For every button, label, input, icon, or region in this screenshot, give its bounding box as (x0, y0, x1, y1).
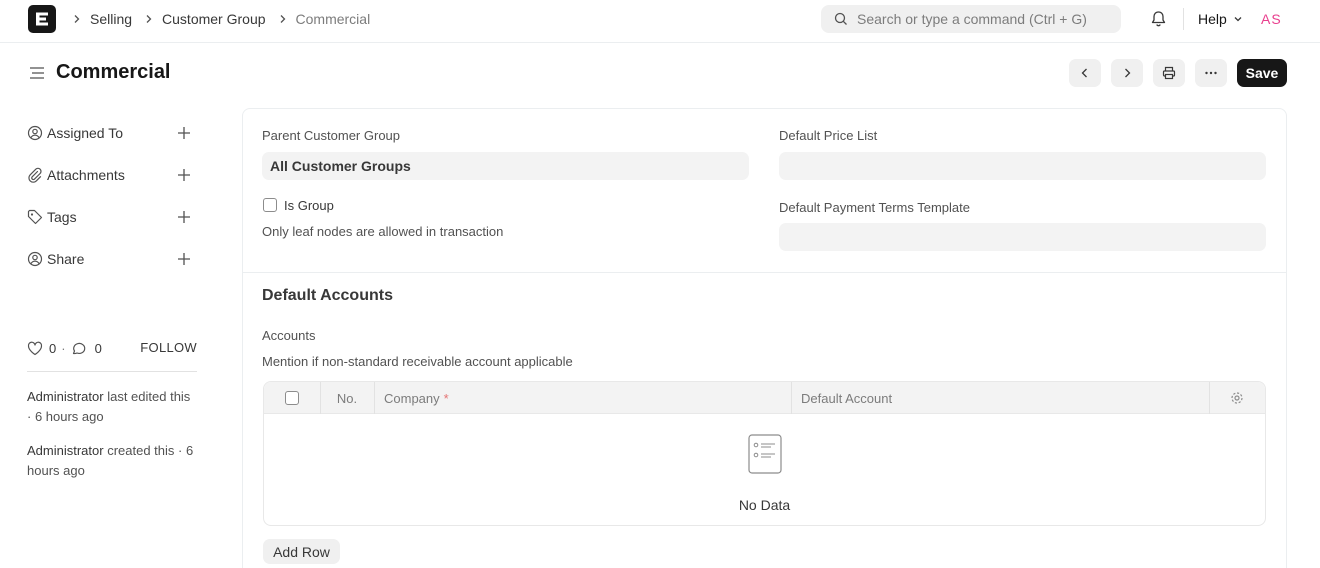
search-input[interactable] (857, 11, 1097, 27)
more-horizontal-icon (1205, 71, 1217, 75)
default-payment-terms-label: Default Payment Terms Template (779, 200, 970, 215)
printer-icon (1162, 66, 1176, 80)
notification-bell-icon[interactable] (1150, 10, 1167, 31)
breadcrumb-current[interactable]: Commercial (296, 11, 371, 27)
activity-last-edited: Administrator last edited this · 6 hours… (27, 387, 197, 427)
follow-button[interactable]: FOLLOW (140, 340, 197, 355)
add-row-button[interactable]: Add Row (263, 539, 340, 564)
plus-icon[interactable] (177, 210, 191, 227)
breadcrumb-selling[interactable]: Selling (90, 11, 132, 27)
accounts-table: No. Company * Default Account No Data (263, 381, 1266, 526)
sidebar-item-attachments[interactable]: Attachments (27, 165, 197, 185)
more-actions-button[interactable] (1195, 59, 1227, 87)
heart-icon[interactable] (27, 341, 43, 356)
share-user-icon (27, 251, 43, 267)
no-data-text: No Data (738, 497, 791, 513)
column-header-default-account: Default Account (801, 390, 893, 406)
column-header-label: Company (384, 390, 440, 406)
sidebar-item-label: Attachments (47, 167, 125, 183)
sidebar-item-assigned-to[interactable]: Assigned To (27, 123, 197, 143)
table-header: No. Company * Default Account (264, 382, 1265, 414)
default-price-list-label: Default Price List (779, 128, 878, 143)
sidebar-divider (27, 371, 197, 372)
is-group-label[interactable]: Is Group (284, 198, 334, 213)
parent-customer-group-field[interactable]: All Customer Groups (262, 152, 749, 180)
is-group-help-text: Only leaf nodes are allowed in transacti… (262, 224, 504, 239)
chevron-right-icon (72, 14, 82, 24)
comment-count: 0 (94, 340, 102, 356)
column-header-company: Company * (384, 382, 449, 414)
default-payment-terms-field[interactable] (779, 223, 1266, 251)
activity-created: Administrator created this · 6 hours ago (27, 441, 197, 481)
accounts-label: Accounts (262, 328, 316, 343)
chevron-left-icon (1081, 68, 1087, 78)
sidebar-toggle-icon[interactable] (29, 65, 45, 84)
column-settings-icon[interactable] (1209, 382, 1265, 414)
plus-icon[interactable] (177, 168, 191, 185)
column-divider (374, 382, 375, 414)
select-all-checkbox[interactable] (285, 391, 299, 405)
search-bar[interactable] (821, 5, 1121, 33)
sidebar-item-label: Tags (47, 209, 77, 225)
previous-record-button[interactable] (1069, 59, 1101, 87)
navbar: Selling Customer Group Commercial Help A… (0, 0, 1320, 43)
user-avatar[interactable]: AS (1261, 11, 1282, 27)
is-group-checkbox[interactable] (263, 198, 277, 212)
chevron-right-icon (144, 14, 154, 24)
parent-customer-group-label: Parent Customer Group (262, 128, 401, 143)
chevron-right-icon (278, 14, 288, 24)
search-icon (834, 12, 847, 25)
breadcrumb: Selling Customer Group Commercial (70, 0, 380, 38)
page-title: Commercial (56, 61, 171, 83)
stats-separator: · (61, 340, 66, 356)
activity-user[interactable]: Administrator (27, 443, 104, 458)
column-header-no: No. (336, 390, 358, 406)
section-title[interactable]: Default Accounts (262, 287, 393, 305)
next-record-button[interactable] (1111, 59, 1143, 87)
record-stats: 0 · 0 FOLLOW (27, 338, 197, 358)
tag-icon (27, 209, 43, 225)
comment-icon[interactable] (71, 341, 87, 356)
assign-user-icon (27, 125, 43, 141)
app-logo[interactable] (28, 5, 56, 33)
column-divider (791, 382, 792, 414)
plus-icon[interactable] (177, 252, 191, 269)
section-divider (243, 272, 1286, 273)
paperclip-icon (27, 167, 43, 183)
sidebar-item-label: Share (47, 251, 85, 267)
default-price-list-field[interactable] (779, 152, 1266, 180)
sidebar-item-share[interactable]: Share (27, 249, 197, 269)
chevron-right-icon (1125, 68, 1131, 78)
empty-list-icon (747, 434, 782, 474)
navbar-divider (1183, 8, 1184, 30)
empty-state: No Data (264, 434, 1265, 513)
save-button[interactable]: Save (1237, 59, 1287, 87)
sidebar-item-tags[interactable]: Tags (27, 207, 197, 227)
chevron-down-icon (1234, 17, 1242, 22)
breadcrumb-customer-group[interactable]: Customer Group (162, 11, 265, 27)
accounts-help-text: Mention if non-standard receivable accou… (262, 354, 573, 369)
help-label: Help (1198, 11, 1227, 27)
activity-user[interactable]: Administrator (27, 389, 104, 404)
print-button[interactable] (1153, 59, 1185, 87)
like-count: 0 (49, 340, 57, 356)
required-marker: * (443, 390, 449, 406)
sidebar-item-label: Assigned To (47, 125, 124, 141)
plus-icon[interactable] (177, 126, 191, 143)
help-dropdown[interactable]: Help (1198, 11, 1243, 27)
